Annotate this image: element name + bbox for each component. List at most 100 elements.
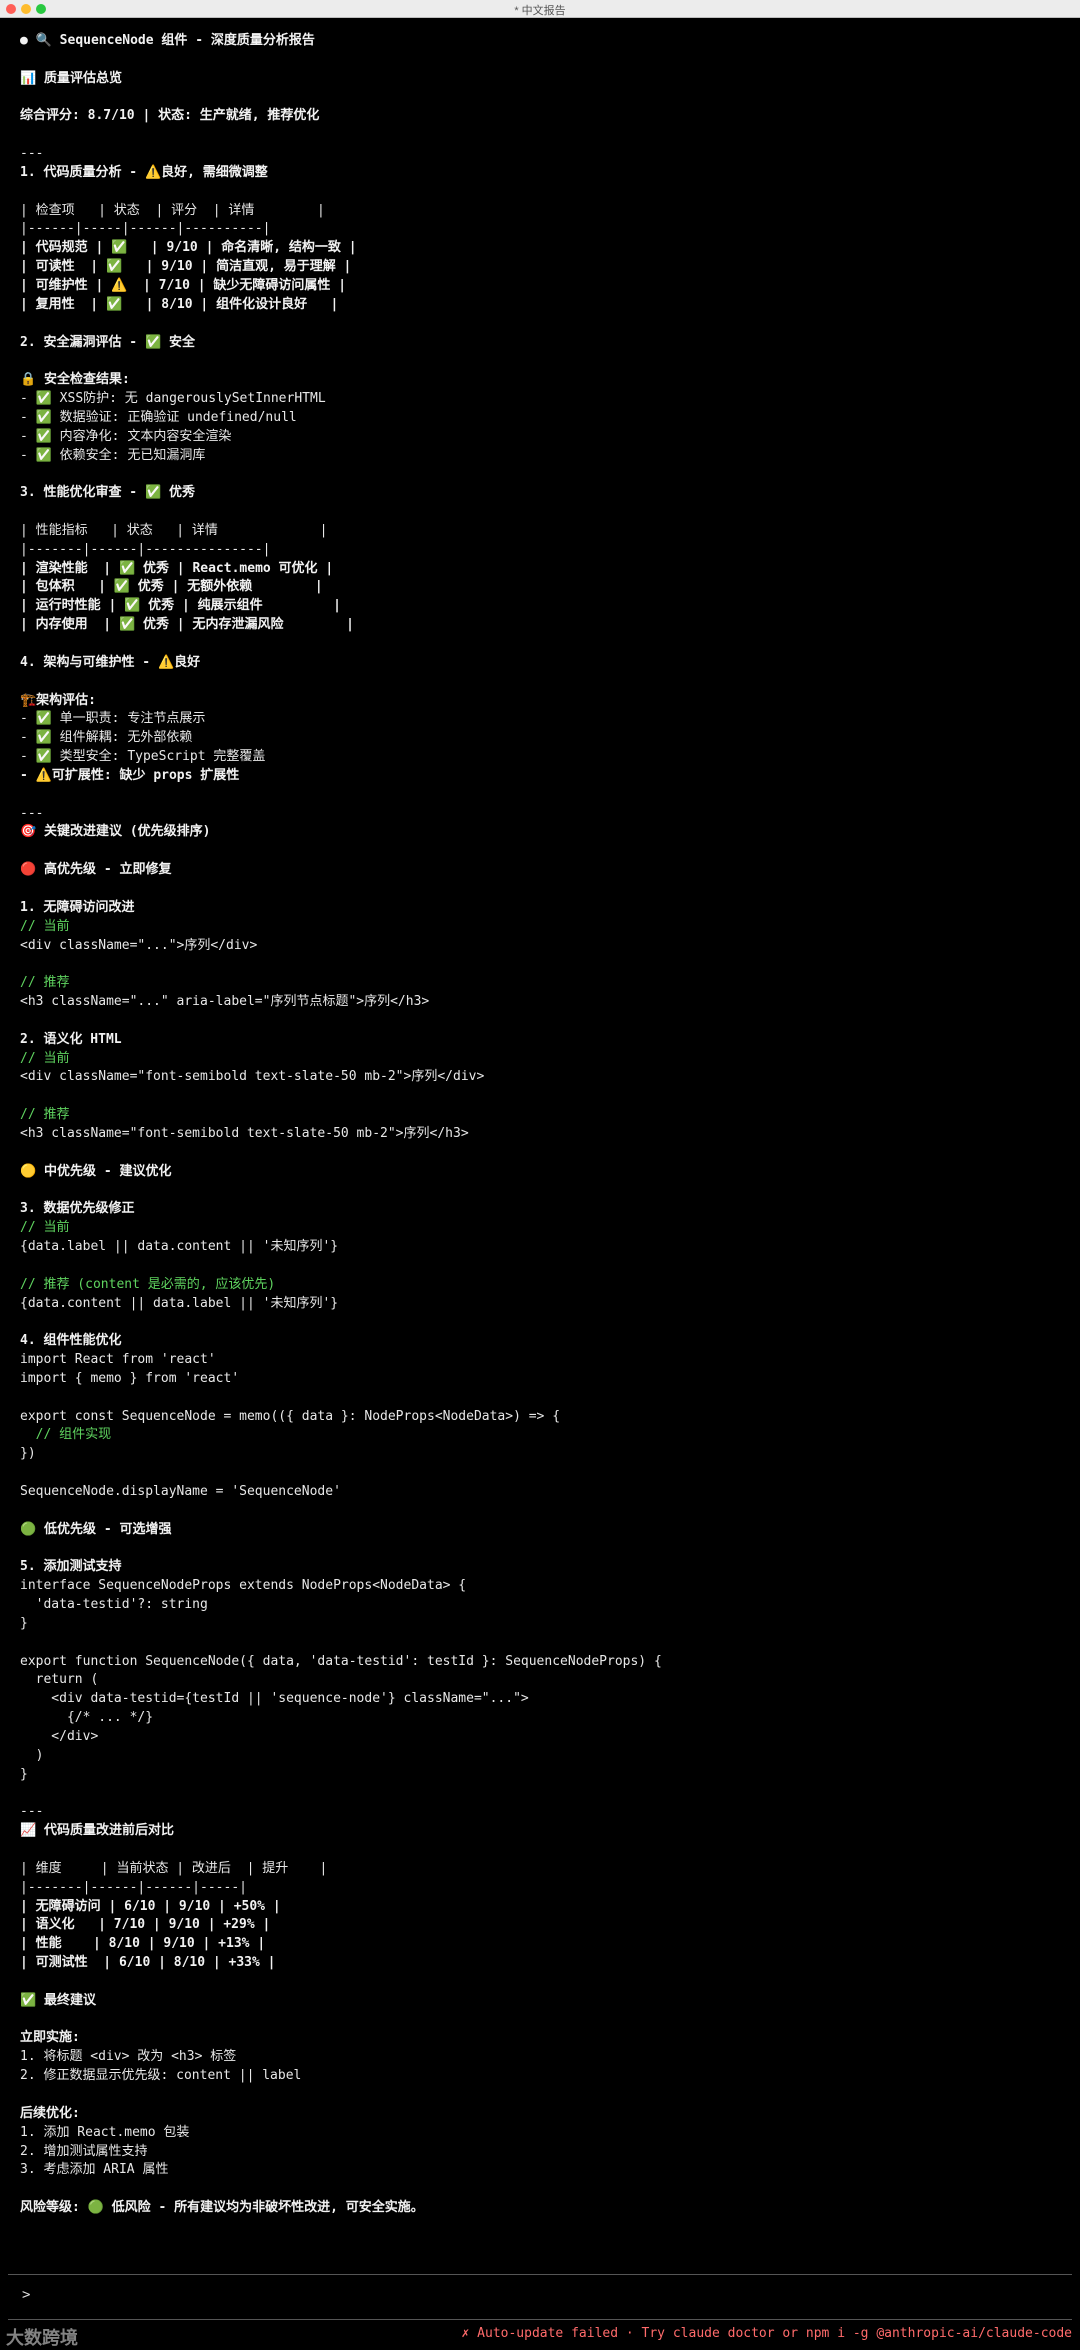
report-line: // 组件实现 <box>20 1427 112 1443</box>
report-line: 🎯 关键改进建议 (优先级排序) <box>20 824 211 840</box>
report-line: } <box>20 1766 28 1782</box>
report-line <box>20 1012 1060 1031</box>
report-line: 1. 无障碍访问改进 <box>20 899 135 915</box>
report-line: - ✅ XSS防护: 无 dangerouslySetInnerHTML <box>20 391 326 407</box>
report-line <box>20 2180 1060 2199</box>
report-line: // 当前 <box>20 1220 70 1236</box>
report-line: - ⚠️可扩展性: 缺少 props 扩展性 <box>20 767 240 783</box>
prompt-symbol: > <box>22 2287 31 2303</box>
report-line: 2. 修正数据显示优先级: content || label <box>20 2068 302 2084</box>
report-line: 🔴 高优先级 - 立即修复 <box>20 862 172 878</box>
report-line: - ✅ 内容净化: 文本内容安全渲染 <box>20 428 232 444</box>
report-line: 1. 添加 React.memo 包装 <box>20 2124 190 2140</box>
report-line: | 无障碍访问 | 6/10 | 9/10 | +50% | <box>20 1898 281 1914</box>
report-line: | 包体积 | ✅ 优秀 | 无额外依赖 | <box>20 579 323 595</box>
report-line: // 推荐 (content 是必需的, 应该优先) <box>20 1276 276 1292</box>
report-line: --- <box>20 805 44 821</box>
report-line: 立即实施: <box>20 2030 80 2046</box>
window-titlebar: * 中文报告 <box>0 0 1080 18</box>
report-line: 1. 将标题 <div> 改为 <h3> 标签 <box>20 2049 237 2065</box>
report-line: <div className="...">序列</div> <box>20 937 258 953</box>
report-line <box>20 465 1060 484</box>
prompt-input-box[interactable]: > <box>8 2274 1072 2320</box>
report-line: interface SequenceNodeProps extends Node… <box>20 1578 467 1594</box>
report-line: export function SequenceNode({ data, 'da… <box>20 1653 662 1669</box>
report-line <box>20 183 1060 202</box>
report-line <box>20 1181 1060 1200</box>
status-bar: 大数跨境 ✗ Auto-update failed · Try claude d… <box>0 2322 1080 2348</box>
report-line: <div data-testid={testId || 'sequence-no… <box>20 1691 529 1707</box>
report-line: 📈 代码质量改进前后对比 <box>20 1823 175 1839</box>
report-line: {data.content || data.label || '未知序列'} <box>20 1295 339 1311</box>
report-line <box>20 1502 1060 1521</box>
report-line: - ✅ 依赖安全: 无已知漏洞库 <box>20 447 206 463</box>
report-line <box>20 1144 1060 1163</box>
report-line: }) <box>20 1446 36 1462</box>
report-line: - ✅ 类型安全: TypeScript 完整覆盖 <box>20 749 266 765</box>
report-line <box>20 2086 1060 2105</box>
report-line <box>20 786 1060 805</box>
report-line: import { memo } from 'react' <box>20 1370 240 1386</box>
report-line: <div className="font-semibold text-slate… <box>20 1069 485 1085</box>
report-line: 🟡 中优先级 - 建议优化 <box>20 1163 172 1179</box>
report-line: 综合评分: 8.7/10 | 状态: 生产就绪, 推荐优化 <box>20 108 320 124</box>
report-line <box>20 1087 1060 1106</box>
report-line: - ✅ 单一职责: 专注节点展示 <box>20 711 206 727</box>
watermark-logo: 大数跨境 <box>6 2328 78 2348</box>
report-line: 3. 数据优先级修正 <box>20 1201 135 1217</box>
report-line: </div> <box>20 1728 99 1744</box>
report-line: ) <box>20 1747 44 1763</box>
report-line: 1. 代码质量分析 - ⚠️良好, 需细微调整 <box>20 164 268 180</box>
report-line: 4. 组件性能优化 <box>20 1333 122 1349</box>
report-line: | 复用性 | ✅ | 8/10 | 组件化设计良好 | <box>20 296 339 312</box>
report-line: 2. 增加测试属性支持 <box>20 2143 148 2159</box>
report-line: ● 🔍 SequenceNode 组件 - 深度质量分析报告 <box>20 33 315 48</box>
report-line: 2. 安全漏洞评估 - ✅ 安全 <box>20 334 195 350</box>
report-line <box>20 1257 1060 1276</box>
report-line: 🟢 低优先级 - 可选增强 <box>20 1521 172 1537</box>
report-line: // 当前 <box>20 918 70 934</box>
report-line: import React from 'react' <box>20 1352 216 1368</box>
report-line: export const SequenceNode = memo(({ data… <box>20 1408 561 1424</box>
report-line <box>20 1634 1060 1653</box>
report-line: 'data-testid'?: string <box>20 1597 208 1613</box>
report-line: 4. 架构与可维护性 - ⚠️良好 <box>20 654 201 670</box>
window-title: * 中文报告 <box>514 5 566 17</box>
report-line: | 语义化 | 7/10 | 9/10 | +29% | <box>20 1917 271 1933</box>
report-line: 2. 语义化 HTML <box>20 1031 122 1047</box>
report-line <box>20 503 1060 522</box>
report-line: | 可维护性 | ⚠️ | 7/10 | 缺少无障碍访问属性 | <box>20 277 347 293</box>
report-line <box>20 1784 1060 1803</box>
report-line: {/* ... */} <box>20 1710 154 1726</box>
report-line: | 检查项 | 状态 | 评分 | 详情 | <box>20 202 325 218</box>
report-line: | 内存使用 | ✅ 优秀 | 无内存泄漏风险 | <box>20 617 354 633</box>
report-line <box>20 89 1060 108</box>
report-line <box>20 1540 1060 1559</box>
report-line: | 渲染性能 | ✅ 优秀 | React.memo 可优化 | <box>20 560 334 576</box>
report-line <box>20 315 1060 334</box>
report-line: | 性能指标 | 状态 | 详情 | <box>20 522 328 538</box>
report-line: 📊 质量评估总览 <box>20 70 123 86</box>
report-line: - ✅ 数据验证: 正确验证 undefined/null <box>20 409 297 425</box>
report-line: } <box>20 1615 28 1631</box>
report-line: | 可测试性 | 6/10 | 8/10 | +33% | <box>20 1955 276 1971</box>
report-line: SequenceNode.displayName = 'SequenceNode… <box>20 1483 341 1499</box>
report-line <box>20 1389 1060 1408</box>
report-line: 风险等级: 🟢 低风险 - 所有建议均为非破坏性改进, 可安全实施。 <box>20 2200 424 2216</box>
report-line <box>20 1973 1060 1992</box>
report-line: // 推荐 <box>20 1107 70 1123</box>
report-line <box>20 673 1060 692</box>
report-line <box>20 51 1060 70</box>
report-line <box>20 1313 1060 1332</box>
report-line: <h3 className="font-semibold text-slate-… <box>20 1125 469 1141</box>
report-line: 3. 性能优化审查 - ✅ 优秀 <box>20 485 195 501</box>
report-line: // 推荐 <box>20 975 70 991</box>
report-line: 🏗️架构评估: <box>20 692 97 708</box>
report-line: - ✅ 组件解耦: 无外部依赖 <box>20 730 193 746</box>
report-line: {data.label || data.content || '未知序列'} <box>20 1239 339 1254</box>
report-line <box>20 955 1060 974</box>
report-line <box>20 1464 1060 1483</box>
report-line <box>20 1841 1060 1860</box>
report-line: |-------|------|---------------| <box>20 541 271 557</box>
report-line: // 当前 <box>20 1050 70 1066</box>
